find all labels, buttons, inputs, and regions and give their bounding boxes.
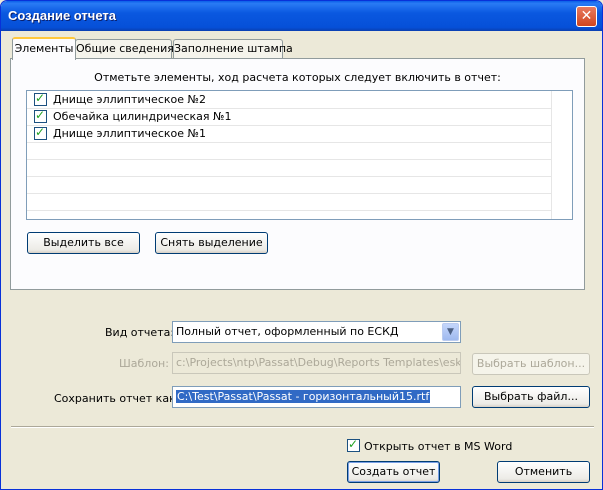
list-item[interactable]: Обечайка цилиндрическая №1 — [27, 108, 552, 126]
list-item[interactable]: Днище эллиптическое №2 — [27, 91, 552, 109]
tab-elements[interactable]: Элементы — [12, 37, 76, 60]
deselect-all-button[interactable]: Снять выделение — [155, 232, 268, 254]
select-all-button[interactable]: Выделить все — [27, 232, 140, 254]
tab-general-info-label: Общие сведения — [76, 42, 174, 55]
save-path-value: C:\Test\Passat\Passat - горизонтальный15… — [176, 390, 431, 403]
close-button[interactable]: ✕ — [576, 6, 597, 27]
item-checkbox[interactable] — [34, 125, 47, 140]
template-path-input: c:\Projects\ntp\Passat\Debug\Reports Tem… — [172, 352, 461, 374]
open-in-word-label[interactable]: Открыть отчет в MS Word — [364, 440, 512, 453]
cancel-button[interactable]: Отменить — [497, 461, 590, 483]
list-empty-row — [27, 177, 552, 194]
save-path-input[interactable]: C:\Test\Passat\Passat - горизонтальный15… — [172, 386, 461, 408]
list-empty-row — [27, 143, 552, 160]
window-title: Создание отчета — [8, 8, 116, 23]
item-label: Днище эллиптическое №1 — [53, 127, 206, 140]
title-bar[interactable]: Создание отчета ✕ — [1, 1, 602, 31]
item-checkbox[interactable] — [34, 91, 47, 106]
elements-tab-panel: Отметьте элементы, ход расчета которых с… — [10, 58, 585, 290]
close-icon: ✕ — [580, 8, 593, 24]
list-item[interactable]: Днище эллиптическое №1 — [27, 125, 552, 143]
instruction-text: Отметьте элементы, ход расчета которых с… — [94, 71, 501, 84]
template-path-value: c:\Projects\ntp\Passat\Debug\Reports Tem… — [176, 356, 461, 369]
choose-file-button[interactable]: Выбрать файл... — [472, 386, 590, 408]
tab-stamp[interactable]: Заполнение штампа — [173, 39, 293, 58]
create-report-button[interactable]: Создать отчет — [347, 461, 440, 483]
open-in-word-checkbox[interactable] — [347, 437, 360, 452]
choose-template-button: Выбрать шаблон... — [472, 353, 590, 375]
item-checkbox[interactable] — [34, 108, 47, 123]
elements-list[interactable]: Днище эллиптическое №2 Обечайка цилиндри… — [26, 90, 573, 220]
separator — [11, 426, 594, 428]
list-empty-row — [27, 194, 552, 211]
template-label: Шаблон: — [119, 357, 169, 370]
tab-general-info[interactable]: Общие сведения — [75, 39, 174, 58]
report-type-value: Полный отчет, оформленный по ЕСКД — [176, 325, 399, 338]
report-dialog: Создание отчета ✕ Элементы Общие сведени… — [0, 0, 603, 490]
chevron-down-icon[interactable]: ▼ — [442, 323, 459, 341]
tab-stamp-label: Заполнение штампа — [174, 42, 293, 55]
item-label: Обечайка цилиндрическая №1 — [53, 110, 232, 123]
save-as-label: Сохранить отчет как: — [54, 392, 180, 405]
report-type-label: Вид отчета: — [105, 326, 175, 339]
report-type-dropdown[interactable]: Полный отчет, оформленный по ЕСКД ▼ — [172, 321, 461, 343]
item-label: Днище эллиптическое №2 — [53, 93, 206, 106]
list-empty-row — [27, 160, 552, 177]
tab-elements-label: Элементы — [14, 42, 74, 55]
